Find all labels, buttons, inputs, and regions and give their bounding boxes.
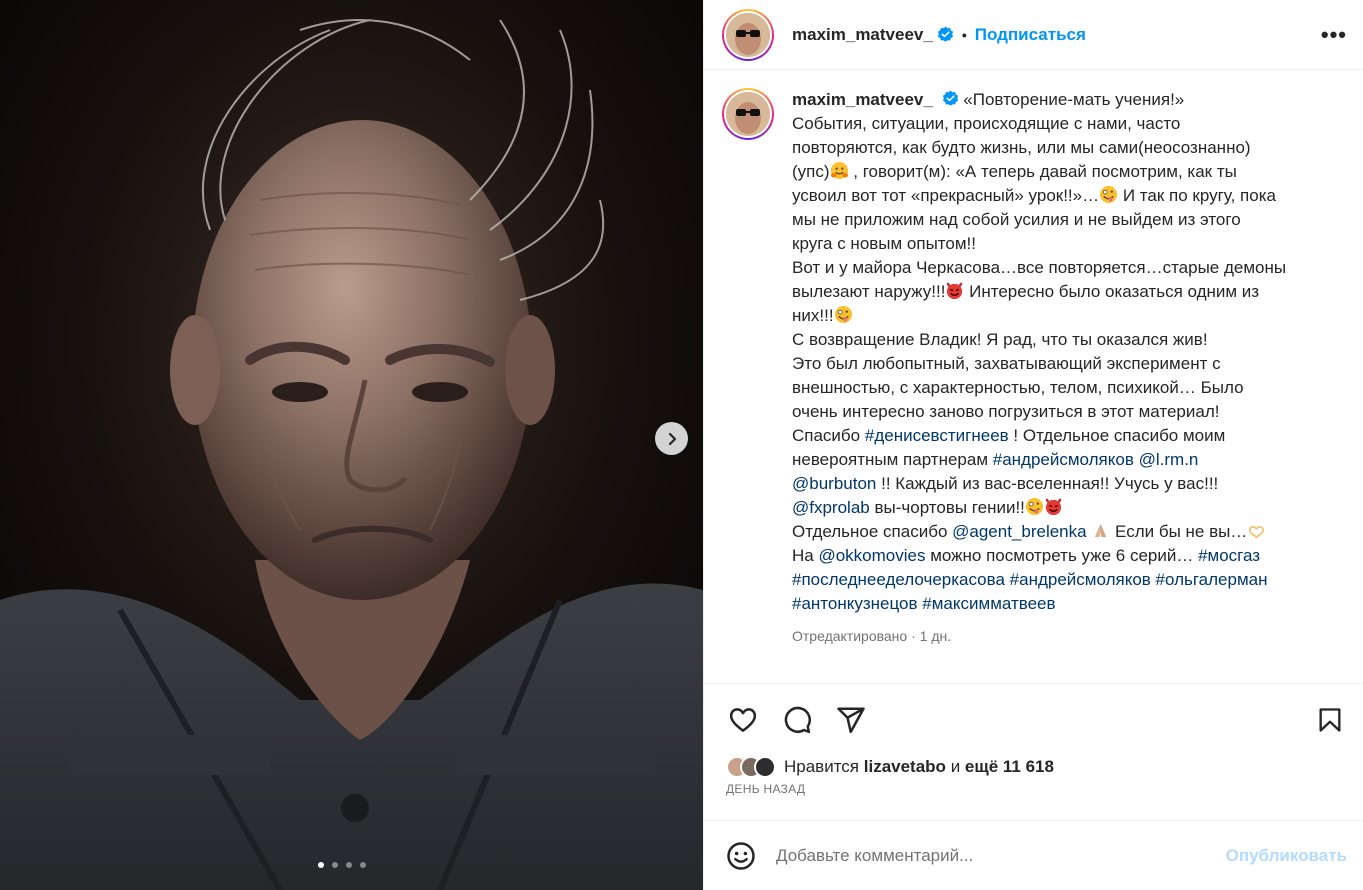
caption-line: усвоил вот тот «прекрасный» урок!!»…	[792, 186, 1100, 205]
post-media[interactable]	[0, 0, 703, 890]
likes-prefix: Нравится	[784, 757, 860, 776]
caption-area[interactable]: maxim_matveev_ «Повторение-мать учения!»…	[704, 70, 1363, 684]
zany-face-emoji-icon	[834, 305, 852, 324]
post-photo	[0, 0, 703, 890]
carousel-dot	[332, 862, 338, 868]
carousel-dot	[346, 862, 352, 868]
caption-line: вы-чортовы гении!!	[869, 498, 1025, 517]
caption-username[interactable]: maxim_matveev_	[792, 90, 933, 109]
carousel-dot-active	[318, 862, 324, 868]
liker-username[interactable]: lizavetabo	[864, 757, 946, 776]
caption-line: можно посмотреть уже 6 серий…	[925, 546, 1199, 565]
heart-hands-emoji-icon	[1249, 525, 1265, 539]
caption-line: На	[792, 546, 819, 565]
caption-age[interactable]: 1 дн.	[920, 628, 951, 644]
hashtag-link[interactable]: #максимматвеев	[922, 594, 1055, 613]
mention-link[interactable]: @l.rm.n	[1139, 450, 1199, 469]
comment-composer: Опубликовать	[704, 820, 1363, 890]
separator-dot: •	[961, 26, 967, 43]
like-button[interactable]	[726, 703, 760, 737]
devil-emoji-icon	[1045, 498, 1062, 516]
caption-line: Вот и у майора Черкасова…все повторяется…	[792, 258, 1287, 277]
mention-link[interactable]: @fxprolab	[792, 498, 870, 517]
bookmark-icon	[1319, 708, 1341, 732]
caption-line: !! Каждый из вас-вселенная!! Учусь у вас…	[876, 474, 1219, 493]
carousel-indicator	[318, 862, 366, 868]
caption-line: Это был любопытный, захватывающий экспер…	[792, 354, 1221, 373]
verified-icon	[937, 26, 953, 42]
next-slide-button[interactable]	[655, 422, 688, 455]
mention-link[interactable]: @burbuton	[792, 474, 876, 493]
post-modal: maxim_matveev_ • Подписаться ••• maxim_m…	[0, 0, 1363, 890]
caption-line: внешностью, с характерностью, телом, пси…	[792, 378, 1244, 397]
hashtag-link[interactable]: #андрейсмоляков	[993, 450, 1134, 469]
devil-emoji-icon	[947, 282, 963, 300]
caption-line: «Повторение-мать учения!»	[963, 90, 1185, 109]
hashtag-link[interactable]: #последнееделочеркасова	[792, 570, 1005, 589]
avatar-photo	[726, 12, 770, 57]
share-icon	[837, 707, 865, 734]
caption-meta: Отредактировано · 1 дн.	[792, 624, 1332, 648]
caption-line: очень интересно заново погрузиться в это…	[792, 402, 1220, 421]
hashtag-link[interactable]: #антонкузнецов	[792, 594, 918, 613]
caption-line: Если бы не вы…	[1110, 522, 1248, 541]
post-side-panel: maxim_matveev_ • Подписаться ••• maxim_m…	[703, 0, 1363, 890]
hashtag-link[interactable]: #андрейсмоляков	[1010, 570, 1151, 589]
caption-line: мы не приложим над собой усилия и не вый…	[792, 210, 1241, 229]
post-date[interactable]: ДЕНЬ НАЗАД	[726, 782, 1347, 796]
avatar[interactable]	[722, 8, 774, 61]
likes-section: Нравится lizavetabo и ещё 11 618 ДЕНЬ НА…	[704, 756, 1363, 820]
caption-line: повторяются, как будто жизнь, или мы сам…	[792, 138, 1251, 157]
likes-count[interactable]: Нравится lizavetabo и ещё 11 618	[784, 757, 1054, 777]
hashtag-link[interactable]: #денисевстигнеев	[865, 426, 1009, 445]
mention-link[interactable]: @okkomovies	[818, 546, 925, 565]
comment-icon	[784, 706, 811, 734]
caption-line: С возвращение Владик! Я рад, что ты оказ…	[792, 330, 1208, 349]
comment-button[interactable]	[780, 703, 814, 737]
username[interactable]: maxim_matveev_	[792, 25, 933, 45]
save-button[interactable]	[1313, 703, 1347, 737]
hugging-face-emoji-icon	[830, 161, 848, 180]
caption-line: Интересно было оказаться одним из	[964, 282, 1260, 301]
caption-line: Спасибо	[792, 426, 865, 445]
liker-avatar[interactable]	[754, 756, 776, 778]
caption-line: ! Отдельное спасибо моим	[1008, 426, 1226, 445]
caption-line: (упс)	[792, 162, 830, 181]
caption-text: maxim_matveev_ «Повторение-мать учения!»…	[792, 88, 1332, 648]
folded-hands-emoji-icon	[1095, 523, 1107, 538]
avatar-photo	[726, 92, 770, 136]
caption-line: вылезают наружу!!!	[792, 282, 946, 301]
verified-icon	[942, 90, 958, 106]
hashtag-link[interactable]: #мосгаз	[1198, 546, 1260, 565]
emoji-icon[interactable]	[726, 841, 756, 871]
action-bar	[704, 684, 1363, 756]
publish-button[interactable]: Опубликовать	[1226, 846, 1347, 866]
follow-button[interactable]: Подписаться	[975, 25, 1086, 45]
chevron-right-icon	[668, 432, 676, 445]
edited-label: Отредактировано	[792, 628, 908, 644]
carousel-dot	[360, 862, 366, 868]
caption-line: Отдельное спасибо	[792, 522, 953, 541]
meta-separator: ·	[907, 628, 920, 644]
hashtag-link[interactable]: #ольгалерман	[1156, 570, 1268, 589]
more-options-button[interactable]: •••	[1321, 22, 1347, 48]
caption-line: круга с новым опытом!!	[792, 234, 976, 253]
caption-line: И так по кругу, пока	[1118, 186, 1276, 205]
share-button[interactable]	[834, 703, 868, 737]
caption-line: События, ситуации, происходящие с нами, …	[792, 114, 1181, 133]
caption-line: них!!!	[792, 306, 834, 325]
comment-input[interactable]	[776, 845, 1226, 866]
likes-conj: и	[950, 757, 961, 776]
caption-line: , говорит(м): «А теперь давай посмотрим,…	[848, 162, 1237, 181]
zany-face-emoji-icon	[1100, 185, 1118, 204]
likes-others-count[interactable]: ещё 11 618	[965, 757, 1054, 776]
mention-link[interactable]: @agent_brelenka	[952, 522, 1086, 541]
caption-avatar[interactable]	[722, 88, 774, 140]
caption-line: невероятным партнерам	[792, 450, 993, 469]
heart-icon	[729, 708, 757, 732]
zany-face-emoji-icon	[1025, 497, 1043, 516]
post-header: maxim_matveev_ • Подписаться •••	[704, 0, 1363, 70]
